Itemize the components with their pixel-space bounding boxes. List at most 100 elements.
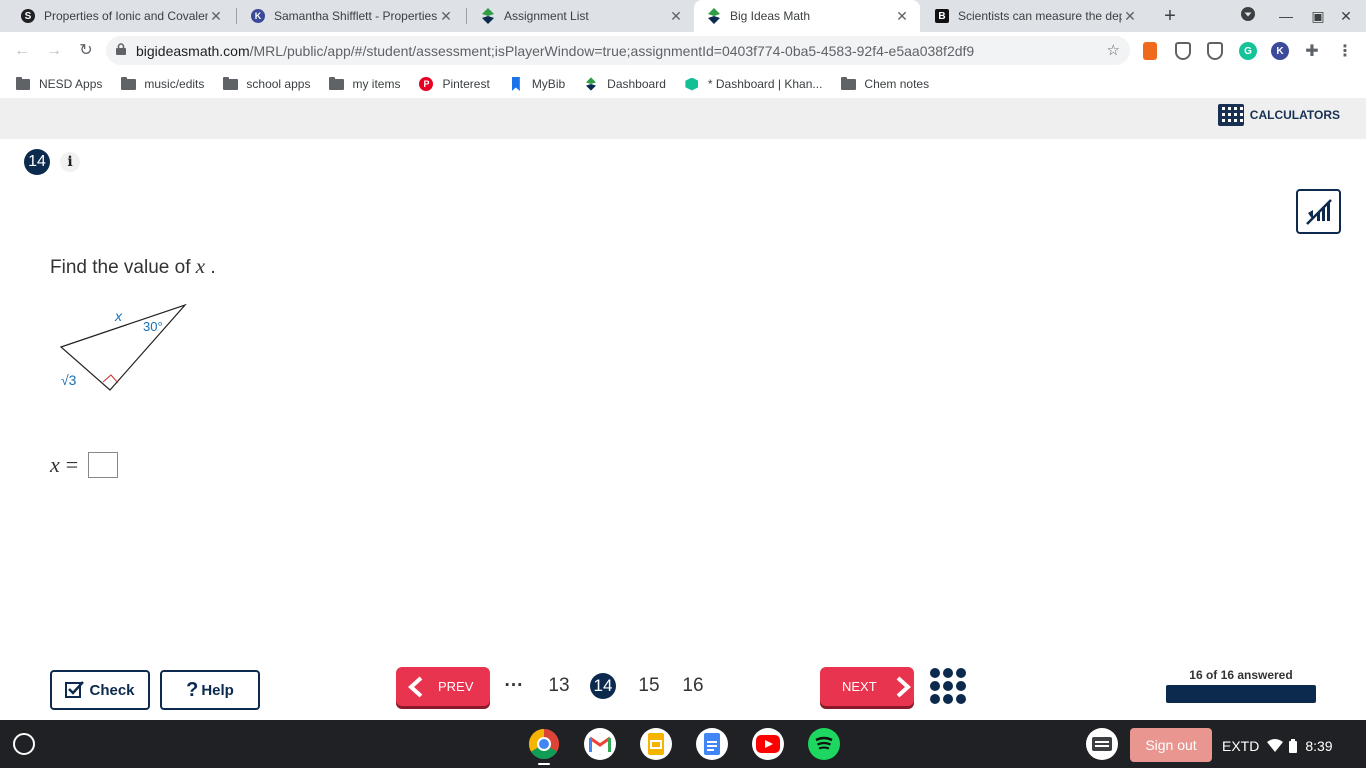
browser-toolbar: ← → ↻ bigideasmath.com/MRL/public/app/#/… [0, 32, 1366, 70]
tab-title: Scientists can measure the depth [958, 9, 1122, 23]
wifi-icon [1267, 739, 1284, 752]
page-15[interactable]: 15 [636, 673, 662, 699]
answered-count: 16 of 16 answered [1189, 668, 1293, 682]
chevron-left-icon [408, 676, 423, 697]
hypotenuse-label: x [114, 308, 123, 324]
close-icon[interactable]: ✕ [1122, 8, 1138, 25]
big-ideas-favicon-icon [480, 8, 496, 24]
audio-muted-icon [1305, 198, 1332, 225]
check-button[interactable]: Check [50, 670, 150, 710]
holding-space-icon[interactable] [1086, 728, 1118, 760]
calculator-icon [1217, 104, 1244, 126]
close-icon[interactable]: ✕ [438, 8, 454, 25]
minimize-icon[interactable]: — [1276, 6, 1296, 26]
tab-2[interactable]: K Samantha Shifflett - Properties ✕ [238, 0, 464, 32]
k-extension-icon[interactable]: K [1271, 42, 1289, 60]
s-favicon-icon: S [20, 8, 36, 24]
b-favicon-icon: B [934, 8, 950, 24]
reload-icon[interactable]: ↻ [74, 39, 98, 63]
close-window-icon[interactable]: ✕ [1336, 6, 1356, 26]
spotify-icon[interactable] [808, 728, 840, 760]
bookmark-music-edits[interactable]: music/edits [120, 76, 204, 91]
lock-icon [106, 43, 136, 58]
bookmark-chem-notes[interactable]: Chem notes [840, 76, 930, 91]
bookmark-khan-dashboard[interactable]: * Dashboard | Khan... [684, 77, 823, 91]
sign-out-button[interactable]: Sign out [1130, 728, 1212, 762]
leg-label: √3 [61, 372, 77, 388]
help-button[interactable]: ? Help [160, 670, 260, 710]
prompt-variable: x [195, 254, 206, 278]
page-16[interactable]: 16 [680, 673, 706, 699]
bookmark-star-icon[interactable]: ☆ [1107, 41, 1120, 59]
gmail-icon[interactable] [584, 728, 616, 760]
shield-extension-2-icon[interactable] [1207, 42, 1223, 60]
k-favicon-icon: K [250, 8, 266, 24]
question-grid-icon[interactable] [930, 668, 966, 704]
bookmark-nesd-apps[interactable]: NESD Apps [15, 76, 103, 91]
extension-orange-icon[interactable] [1143, 42, 1157, 60]
close-icon[interactable]: ✕ [894, 8, 910, 25]
answer-input[interactable] [88, 452, 119, 478]
right-angle-marker [102, 374, 119, 384]
pages-ellipsis[interactable]: ··· [504, 673, 524, 699]
prev-button[interactable]: PREV [396, 667, 490, 706]
back-arrow-icon[interactable]: ← [10, 39, 34, 63]
bookmark-label: Pinterest [442, 77, 490, 91]
address-bar[interactable]: bigideasmath.com/MRL/public/app/#/studen… [106, 36, 1130, 65]
answered-progress-bar [1166, 685, 1316, 703]
forward-arrow-icon[interactable]: → [42, 39, 66, 63]
url-path: /MRL/public/app/#/student/assessment;isP… [249, 42, 975, 59]
bookmark-label: Chem notes [864, 77, 930, 91]
answer-variable: x [50, 452, 60, 477]
puzzle-extensions-icon[interactable]: ✚ [1303, 42, 1321, 60]
launcher-icon[interactable] [13, 733, 35, 755]
chevron-right-icon [896, 676, 911, 697]
question-prompt: Find the value of x . [50, 254, 216, 279]
clock-time: 8:39 [1305, 738, 1333, 754]
youtube-icon[interactable] [752, 728, 784, 760]
docs-icon[interactable] [696, 728, 728, 760]
bookmark-mybib[interactable]: MyBib [508, 77, 565, 91]
audio-muted-button[interactable] [1296, 189, 1341, 234]
tab-3[interactable]: Assignment List ✕ [468, 0, 694, 32]
checkbox-icon [65, 681, 85, 698]
close-icon[interactable]: ✕ [668, 8, 684, 25]
triangle-outline [59, 303, 187, 391]
bookmark-dashboard[interactable]: Dashboard [583, 77, 666, 91]
bookmark-my-items[interactable]: my items [328, 76, 400, 91]
prompt-end: . [205, 257, 216, 278]
chrome-icon[interactable] [528, 728, 560, 760]
bookmark-label: NESD Apps [39, 77, 103, 91]
calculators-button[interactable]: CALCULATORS [1217, 104, 1340, 126]
grammarly-icon[interactable]: G [1239, 42, 1257, 60]
bookmark-pinterest[interactable]: P Pinterest [418, 77, 490, 91]
new-tab-plus-icon[interactable]: + [1160, 6, 1180, 26]
question-mark-icon: ? [186, 678, 199, 701]
mybib-icon [508, 77, 524, 91]
tab-strip: S Properties of Ionic and Covalent ✕ K S… [0, 0, 1366, 32]
tab-title: Big Ideas Math [730, 9, 811, 23]
page-14-current[interactable]: 14 [590, 673, 616, 699]
shield-extension-icon[interactable] [1175, 42, 1191, 60]
running-indicator [538, 763, 550, 765]
status-tray[interactable]: EXTD 8:39 [1222, 730, 1333, 762]
restore-icon[interactable]: ▣ [1308, 6, 1328, 26]
slides-icon[interactable] [640, 728, 672, 760]
bookmarks-bar: NESD Apps music/edits school apps my ite… [0, 70, 1366, 98]
tab-search-icon[interactable] [1238, 6, 1258, 26]
tab-1[interactable]: S Properties of Ionic and Covalent ✕ [8, 0, 234, 32]
next-button[interactable]: NEXT [820, 667, 914, 706]
bookmark-label: * Dashboard | Khan... [707, 77, 823, 91]
info-icon[interactable]: i [60, 152, 80, 172]
bookmark-label: school apps [246, 77, 311, 91]
bookmark-label: Dashboard [607, 77, 666, 91]
tab-4-active[interactable]: Big Ideas Math ✕ [694, 0, 920, 32]
bookmark-label: MyBib [531, 77, 566, 91]
question-number-badge: 14 [24, 149, 50, 175]
page-13[interactable]: 13 [546, 673, 572, 699]
tab-5[interactable]: B Scientists can measure the depth ✕ [922, 0, 1148, 32]
more-menu-icon[interactable]: ⋮ [1336, 42, 1354, 60]
bookmark-school-apps[interactable]: school apps [222, 76, 311, 91]
display-mode-label: EXTD [1222, 738, 1260, 754]
close-icon[interactable]: ✕ [208, 8, 224, 25]
